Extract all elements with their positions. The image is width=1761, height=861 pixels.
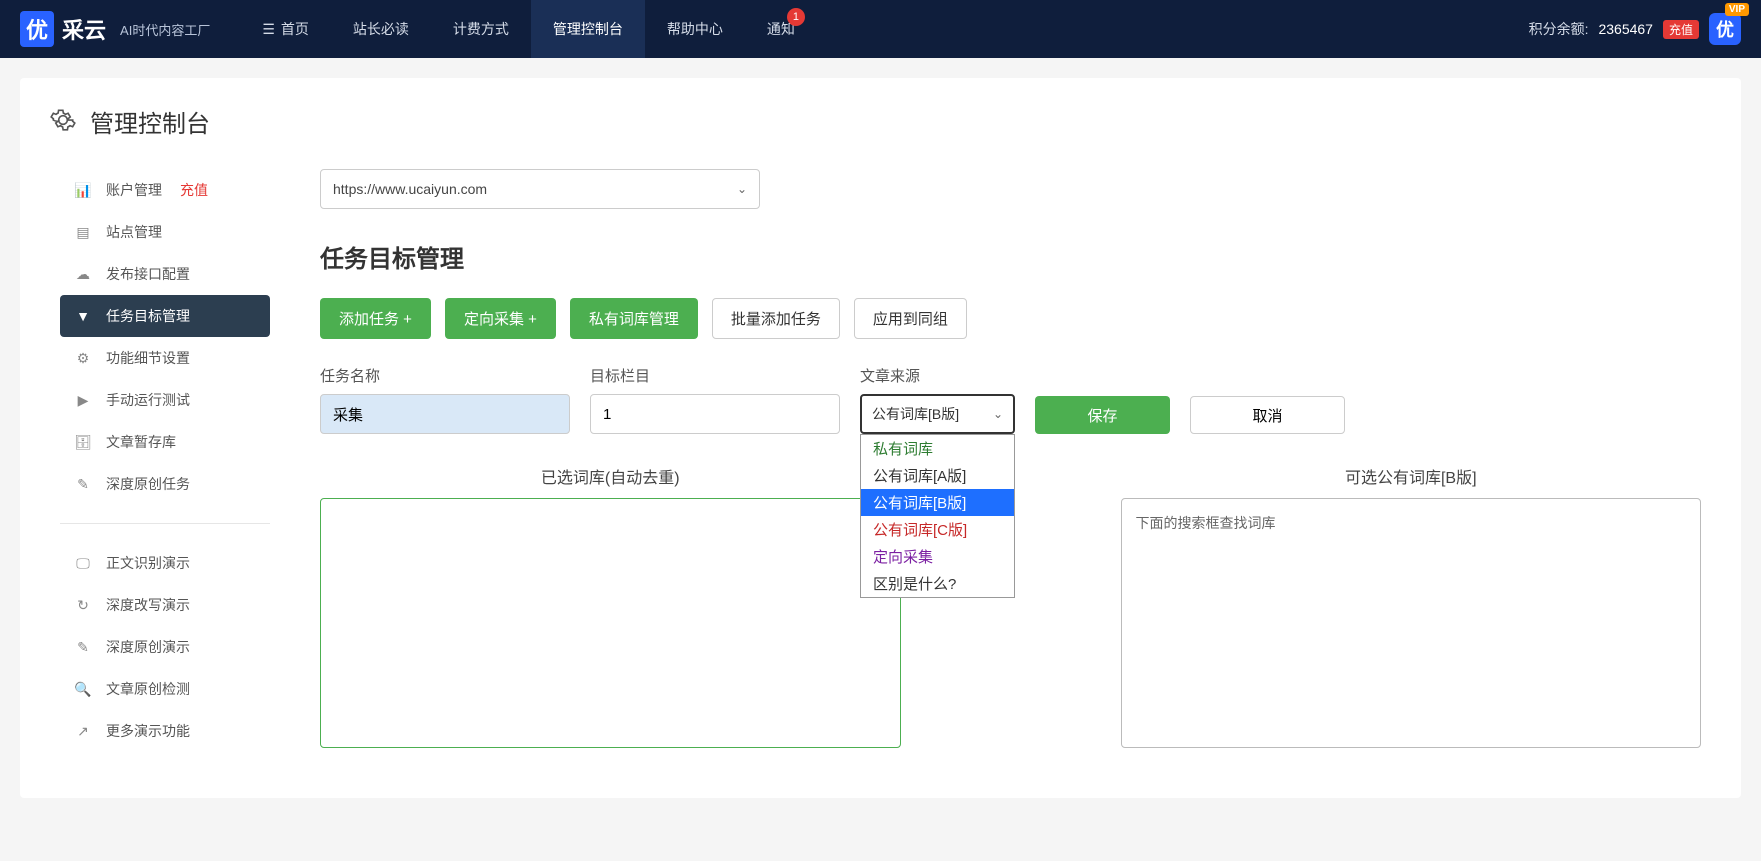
- list-icon: ☰: [262, 21, 275, 38]
- dd-option-c[interactable]: 公有词库[C版]: [861, 516, 1014, 543]
- source-label: 文章来源: [860, 365, 1015, 386]
- chevron-down-icon: ⌄: [993, 407, 1003, 421]
- top-navbar: 优 采云 AI时代内容工厂 ☰首页 站长必读 计费方式 管理控制台 帮助中心 通…: [0, 0, 1761, 58]
- points-value: 2365467: [1598, 21, 1653, 37]
- page-title: 管理控制台: [90, 104, 210, 139]
- private-lib-button[interactable]: 私有词库管理: [570, 298, 698, 339]
- dd-option-diff[interactable]: 区别是什么?: [861, 570, 1014, 597]
- nav-mustread[interactable]: 站长必读: [331, 0, 431, 58]
- chart-icon: 📊: [74, 182, 92, 199]
- logo-badge: 优: [20, 11, 54, 47]
- notify-badge: 1: [787, 8, 805, 26]
- dd-option-a[interactable]: 公有词库[A版]: [861, 462, 1014, 489]
- nav-billing[interactable]: 计费方式: [431, 0, 531, 58]
- nav-items: ☰首页 站长必读 计费方式 管理控制台 帮助中心 通知1: [240, 0, 817, 58]
- site-icon: ▤: [74, 224, 92, 241]
- nav-help[interactable]: 帮助中心: [645, 0, 745, 58]
- logo[interactable]: 优 采云 AI时代内容工厂: [20, 11, 210, 47]
- vip-tag: VIP: [1725, 3, 1749, 16]
- sidebar-item-storage[interactable]: 🗄文章暂存库: [60, 421, 270, 463]
- available-lib-hint: 下面的搜索框查找词库: [1136, 515, 1276, 531]
- points-label: 积分余额:: [1529, 19, 1589, 39]
- dd-option-private[interactable]: 私有词库: [861, 435, 1014, 462]
- nav-notify[interactable]: 通知1: [745, 0, 817, 58]
- search-icon: 🔍: [74, 681, 92, 698]
- monitor-icon: 🖵: [74, 555, 92, 572]
- apply-group-button[interactable]: 应用到同组: [854, 298, 967, 339]
- direct-collect-button[interactable]: 定向采集 +: [445, 298, 556, 339]
- sidebar-item-settings[interactable]: ⚙功能细节设置: [60, 337, 270, 379]
- avatar-box[interactable]: VIP 优: [1709, 13, 1741, 45]
- task-name-label: 任务名称: [320, 365, 570, 386]
- dd-option-b[interactable]: 公有词库[B版]: [861, 489, 1014, 516]
- share-icon: ↗: [74, 723, 92, 740]
- sidebar-item-publish[interactable]: ☁发布接口配置: [60, 253, 270, 295]
- action-button-row: 添加任务 + 定向采集 + 私有词库管理 批量添加任务 应用到同组: [320, 298, 1701, 339]
- site-select[interactable]: https://www.ucaiyun.com ⌄: [320, 169, 760, 209]
- sidebar-item-account[interactable]: 📊账户管理充值: [60, 169, 270, 211]
- refresh-icon: ↻: [74, 597, 92, 614]
- available-lib-title: 可选公有词库[B版]: [1121, 464, 1702, 488]
- recharge-button[interactable]: 充值: [1663, 20, 1699, 39]
- sidebar-demo-check[interactable]: 🔍文章原创检测: [60, 668, 270, 710]
- sidebar-demo-original[interactable]: ✎深度原创演示: [60, 626, 270, 668]
- target-col-input[interactable]: [590, 394, 840, 434]
- nav-right: 积分余额: 2365467 充值 VIP 优: [1529, 13, 1741, 45]
- filter-icon: ▼: [74, 308, 92, 324]
- database-icon: 🗄: [74, 434, 92, 451]
- add-task-button[interactable]: 添加任务 +: [320, 298, 431, 339]
- dd-option-direct[interactable]: 定向采集: [861, 543, 1014, 570]
- cancel-button[interactable]: 取消: [1190, 396, 1345, 434]
- page-header: 管理控制台: [20, 78, 1741, 159]
- section-title: 任务目标管理: [320, 239, 1701, 274]
- main-content: https://www.ucaiyun.com ⌄ 任务目标管理 添加任务 + …: [290, 159, 1741, 778]
- source-select[interactable]: 公有词库[B版] ⌄: [860, 394, 1015, 434]
- edit-icon: ✎: [74, 639, 92, 656]
- source-select-value: 公有词库[B版]: [872, 404, 959, 424]
- logo-text: 采云: [62, 13, 106, 45]
- sidebar-item-site[interactable]: ▤站点管理: [60, 211, 270, 253]
- sidebar-demo-more[interactable]: ↗更多演示功能: [60, 710, 270, 752]
- batch-add-button[interactable]: 批量添加任务: [712, 298, 840, 339]
- main-container: 管理控制台 📊账户管理充值 ▤站点管理 ☁发布接口配置 ▼任务目标管理 ⚙功能细…: [20, 78, 1741, 798]
- sidebar-item-run[interactable]: ▶手动运行测试: [60, 379, 270, 421]
- edit-icon: ✎: [74, 476, 92, 493]
- logo-subtitle: AI时代内容工厂: [120, 20, 210, 39]
- cogs-icon: ⚙: [74, 350, 92, 367]
- target-col-label: 目标栏目: [590, 365, 840, 386]
- avatar: 优: [1709, 13, 1741, 45]
- available-lib-box[interactable]: 下面的搜索框查找词库: [1121, 498, 1702, 748]
- sidebar-divider: [60, 523, 270, 524]
- gear-icon: [50, 107, 76, 136]
- site-select-value: https://www.ucaiyun.com: [333, 181, 487, 197]
- sidebar: 📊账户管理充值 ▤站点管理 ☁发布接口配置 ▼任务目标管理 ⚙功能细节设置 ▶手…: [20, 159, 290, 778]
- sidebar-recharge[interactable]: 充值: [180, 180, 208, 200]
- nav-home[interactable]: ☰首页: [240, 0, 331, 58]
- sidebar-item-original[interactable]: ✎深度原创任务: [60, 463, 270, 505]
- save-button[interactable]: 保存: [1035, 396, 1170, 434]
- nav-console[interactable]: 管理控制台: [531, 0, 645, 58]
- selected-lib-box[interactable]: [320, 498, 901, 748]
- source-dropdown-menu: 私有词库 公有词库[A版] 公有词库[B版] 公有词库[C版] 定向采集 区别是…: [860, 434, 1015, 598]
- chevron-down-icon: ⌄: [737, 182, 747, 196]
- selected-lib-title: 已选词库(自动去重): [320, 464, 901, 488]
- sidebar-demo-recognize[interactable]: 🖵正文识别演示: [60, 542, 270, 584]
- sidebar-item-task[interactable]: ▼任务目标管理: [60, 295, 270, 337]
- task-form-row: 任务名称 目标栏目 文章来源 公有词库[B版] ⌄ 私有词库: [320, 365, 1701, 434]
- play-icon: ▶: [74, 392, 92, 409]
- sidebar-demo-rewrite[interactable]: ↻深度改写演示: [60, 584, 270, 626]
- task-name-input[interactable]: [320, 394, 570, 434]
- cloud-icon: ☁: [74, 266, 92, 283]
